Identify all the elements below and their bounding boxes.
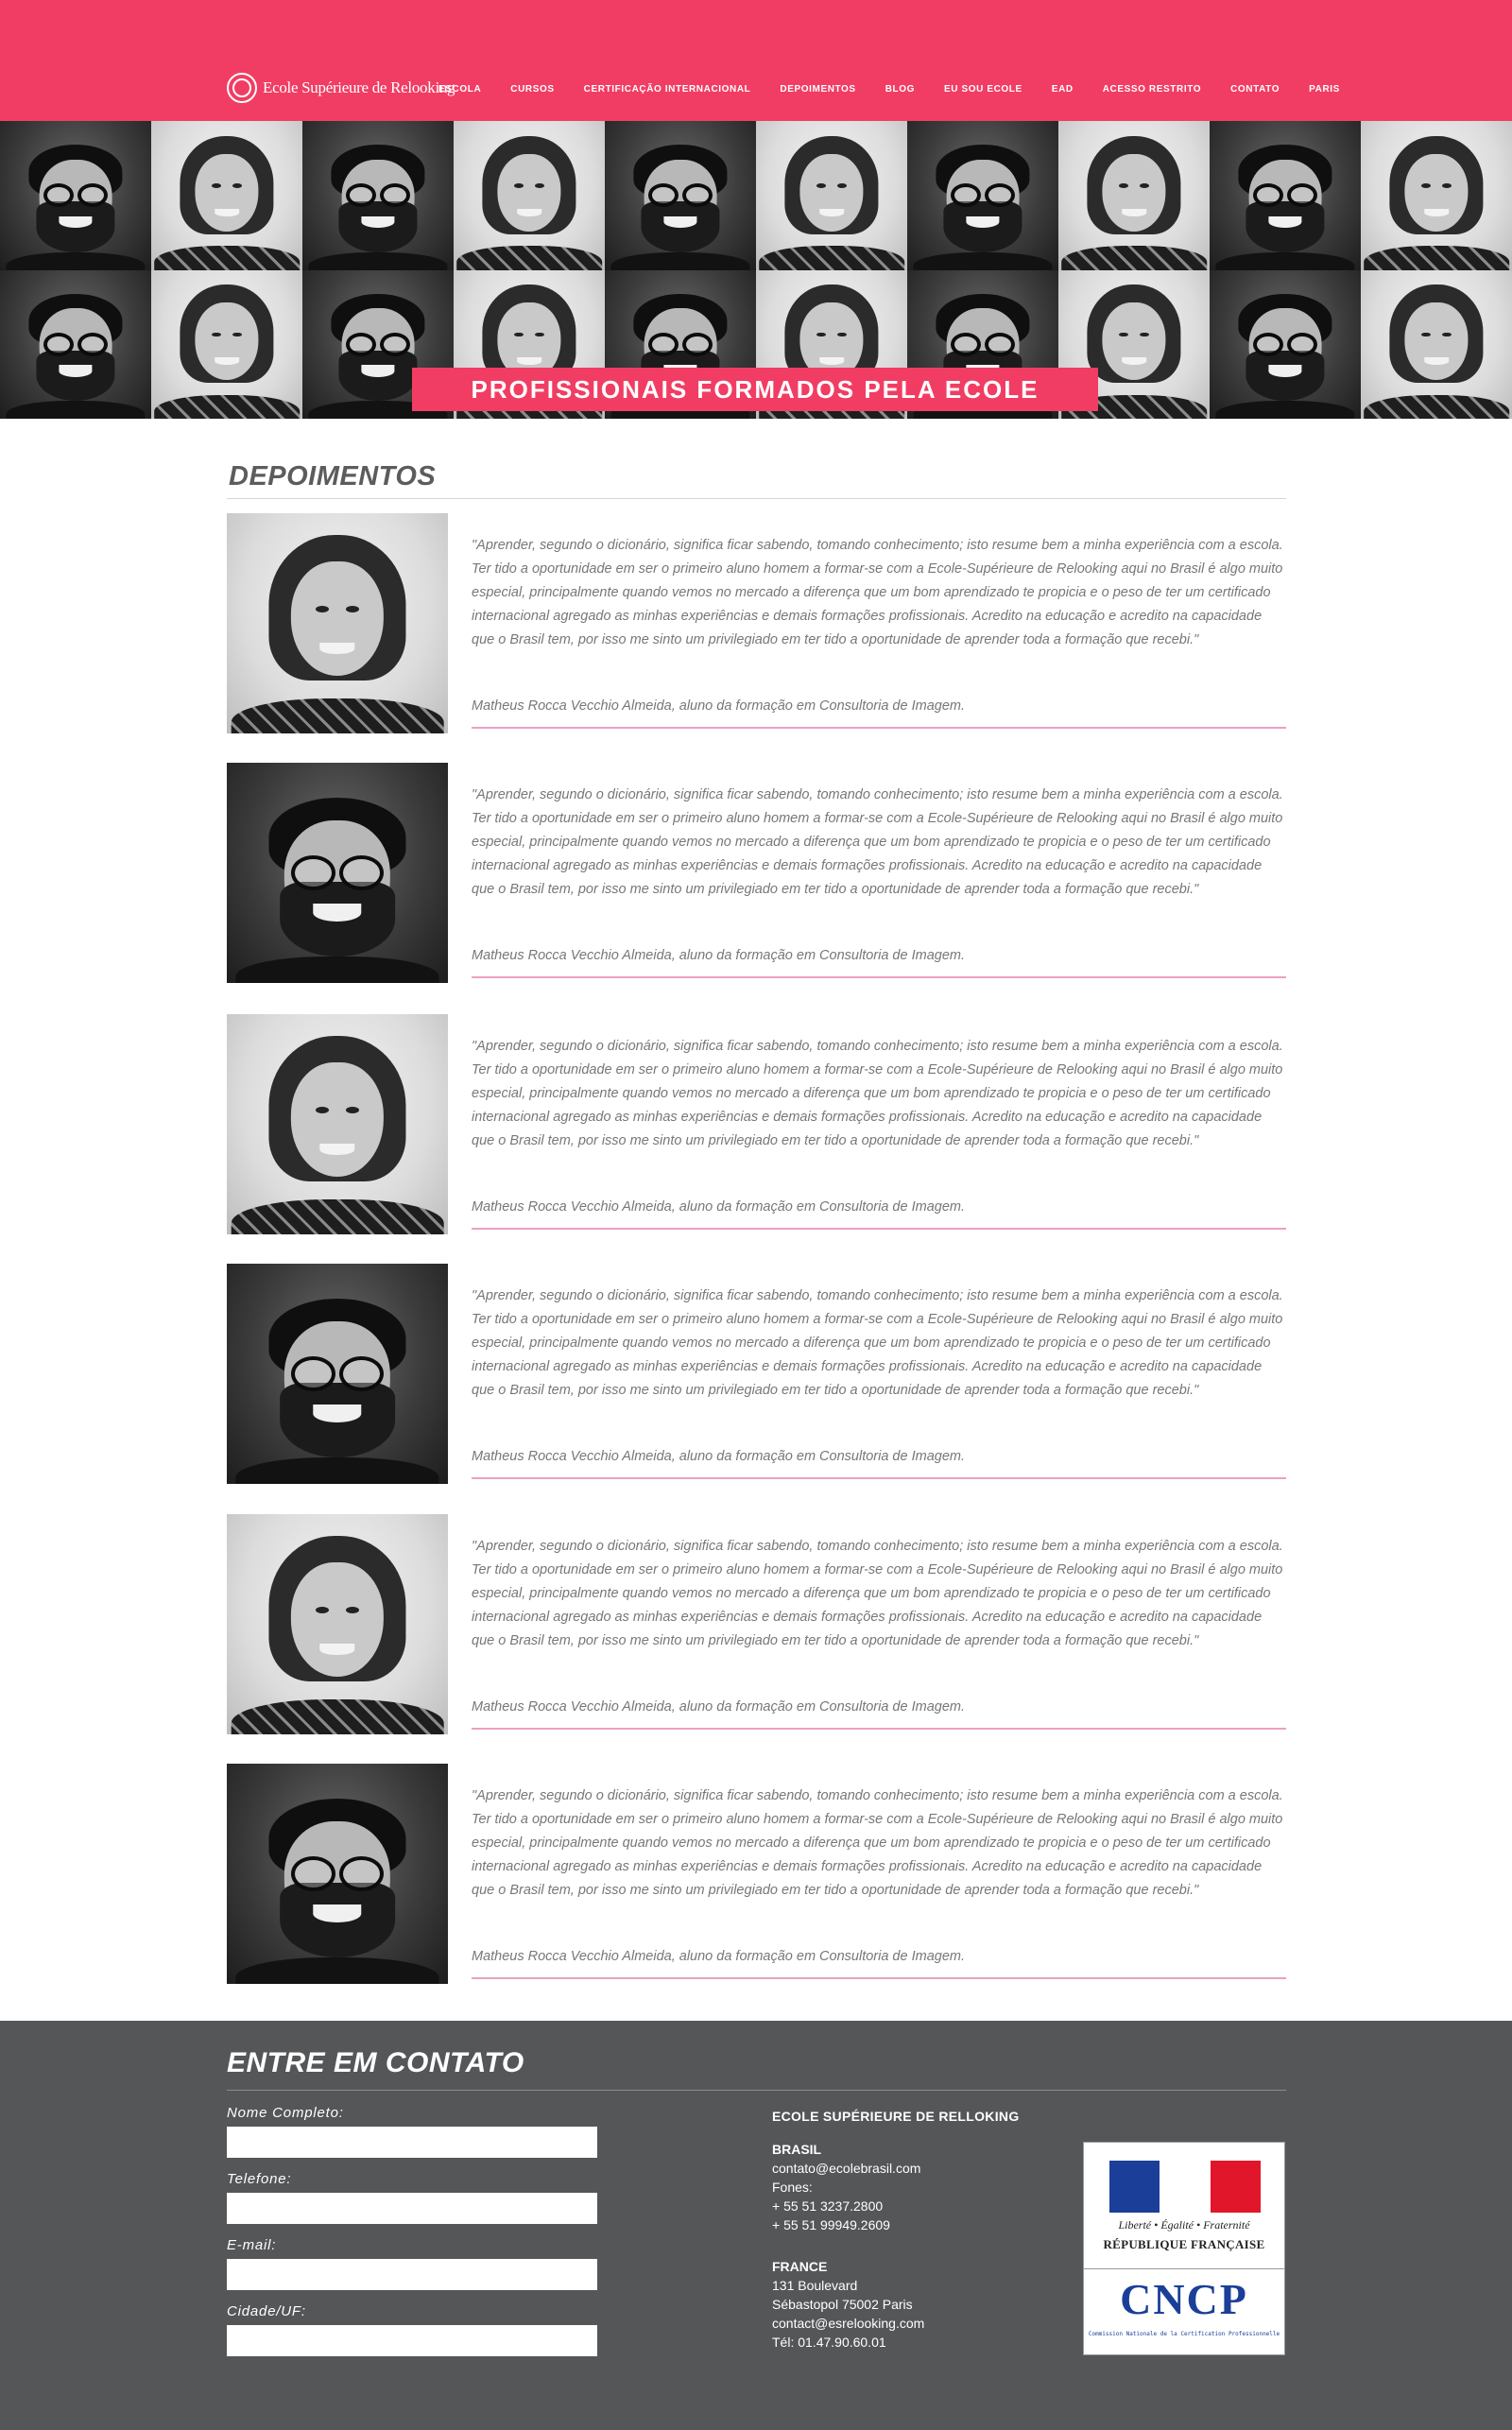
france-line-2: Sébastopol 75002 Paris bbox=[772, 2297, 913, 2312]
title-divider bbox=[227, 498, 1286, 499]
testimonial-item: "Aprender, segundo o dicionário, signifi… bbox=[227, 1014, 1286, 1236]
testimonial-author: Matheus Rocca Vecchio Almeida, aluno da … bbox=[472, 1199, 965, 1215]
hero-portrait-man bbox=[302, 121, 454, 270]
testimonial-divider bbox=[472, 1977, 1286, 1979]
hero-portrait-woman bbox=[1361, 269, 1512, 419]
cncp-subtitle: Commission Nationale de la Certification… bbox=[1088, 2331, 1280, 2337]
france-heading: FRANCE bbox=[772, 2259, 828, 2274]
testimonial-quote: "Aprender, segundo o dicionário, signifi… bbox=[472, 1788, 1283, 1898]
nav-blog[interactable]: BLOG bbox=[885, 84, 915, 95]
france-email[interactable]: contact@esrelooking.com bbox=[772, 2314, 924, 2333]
hero-portrait-woman bbox=[151, 121, 302, 270]
footer-divider bbox=[227, 2090, 1286, 2091]
testimonial-divider bbox=[472, 1728, 1286, 1730]
hero-title: PROFISSIONAIS FORMADOS PELA ECOLE bbox=[412, 368, 1098, 411]
france-address: FRANCE 131 Boulevard Sébastopol 75002 Pa… bbox=[772, 2257, 924, 2352]
testimonial-quote: "Aprender, segundo o dicionário, signifi… bbox=[472, 787, 1283, 897]
hero-portrait-woman bbox=[151, 269, 302, 419]
testimonial-quote: "Aprender, segundo o dicionário, signifi… bbox=[472, 1288, 1283, 1398]
testimonial-divider bbox=[472, 1228, 1286, 1230]
brasil-email[interactable]: contato@ecolebrasil.com bbox=[772, 2159, 920, 2178]
footer-title: ENTRE EM CONTATO bbox=[227, 2047, 524, 2078]
brasil-phone-2: + 55 51 99949.2609 bbox=[772, 2217, 890, 2232]
hero-portrait-man bbox=[0, 269, 151, 419]
site-header: Ecole Supérieure de Relooking ESCOLA CUR… bbox=[0, 0, 1512, 121]
testimonial-item: "Aprender, segundo o dicionário, signifi… bbox=[227, 1264, 1286, 1486]
hero-portrait-man bbox=[605, 121, 756, 270]
testimonial-divider bbox=[472, 1477, 1286, 1479]
testimonial-item: "Aprender, segundo o dicionário, signifi… bbox=[227, 513, 1286, 735]
brasil-phone-1: + 55 51 3237.2800 bbox=[772, 2198, 884, 2214]
nav-eu-sou-ecole[interactable]: EU SOU ECOLE bbox=[944, 84, 1022, 95]
testimonial-quote: "Aprender, segundo o dicionário, signifi… bbox=[472, 1039, 1283, 1148]
testimonial-photo bbox=[227, 1514, 448, 1734]
french-flag-icon bbox=[1109, 2161, 1261, 2213]
main-nav: ESCOLA CURSOS CERTIFICAÇÃO INTERNACIONAL… bbox=[438, 84, 1369, 95]
nav-cursos[interactable]: CURSOS bbox=[510, 84, 554, 95]
hero-portrait-woman bbox=[1058, 121, 1210, 270]
testimonial-photo bbox=[227, 763, 448, 983]
nav-paris[interactable]: PARIS bbox=[1309, 84, 1340, 95]
brasil-phones-label: Fones: bbox=[772, 2180, 813, 2195]
testimonial-divider bbox=[472, 727, 1286, 729]
contact-footer: ENTRE EM CONTATO Nome Completo: Telefone… bbox=[0, 2021, 1512, 2430]
certification-logos: Liberté • Égalité • Fraternité RÉPUBLIQU… bbox=[1083, 2142, 1285, 2355]
nav-escola[interactable]: ESCOLA bbox=[438, 84, 481, 95]
page: Ecole Supérieure de Relooking ESCOLA CUR… bbox=[0, 0, 1512, 2430]
testimonial-quote: "Aprender, segundo o dicionário, signifi… bbox=[472, 538, 1283, 647]
testimonial-item: "Aprender, segundo o dicionário, signifi… bbox=[227, 763, 1286, 985]
email-label: E-mail: bbox=[227, 2237, 277, 2253]
hero-portrait-man bbox=[1210, 269, 1361, 419]
testimonial-divider bbox=[472, 976, 1286, 978]
republique-francaise-logo: Liberté • Égalité • Fraternité RÉPUBLIQU… bbox=[1084, 2143, 1284, 2269]
email-field[interactable] bbox=[227, 2259, 597, 2290]
testimonial-author: Matheus Rocca Vecchio Almeida, aluno da … bbox=[472, 1449, 965, 1464]
hero-portrait-man bbox=[0, 121, 151, 270]
logo-text: Ecole Supérieure de Relooking bbox=[263, 78, 455, 96]
testimonial-author: Matheus Rocca Vecchio Almeida, aluno da … bbox=[472, 948, 965, 963]
city-label: Cidade/UF: bbox=[227, 2303, 306, 2319]
hero-portrait-woman bbox=[1361, 121, 1512, 270]
brasil-heading: BRASIL bbox=[772, 2142, 822, 2157]
france-phone: Tél: 01.47.90.60.01 bbox=[772, 2335, 886, 2350]
hero-portrait-woman bbox=[454, 121, 605, 270]
testimonial-item: "Aprender, segundo o dicionário, signifi… bbox=[227, 1514, 1286, 1736]
cncp-word: CNCP bbox=[1120, 2275, 1248, 2323]
hero-portrait-man bbox=[1210, 121, 1361, 270]
france-line-1: 131 Boulevard bbox=[772, 2278, 858, 2293]
hero-portrait-woman bbox=[756, 121, 907, 270]
name-field[interactable] bbox=[227, 2127, 597, 2158]
brasil-address: BRASIL contato@ecolebrasil.com Fones: + … bbox=[772, 2140, 920, 2234]
logo-emblem-icon bbox=[227, 73, 257, 103]
site-logo[interactable]: Ecole Supérieure de Relooking bbox=[227, 73, 455, 103]
nav-depoimentos[interactable]: DEPOIMENTOS bbox=[780, 84, 855, 95]
cncp-logo: CNCP Commission Nationale de la Certific… bbox=[1084, 2270, 1284, 2355]
nav-certificacao[interactable]: CERTIFICAÇÃO INTERNACIONAL bbox=[584, 84, 751, 95]
testimonial-quote: "Aprender, segundo o dicionário, signifi… bbox=[472, 1539, 1283, 1648]
testimonial-photo bbox=[227, 1264, 448, 1484]
testimonial-author: Matheus Rocca Vecchio Almeida, aluno da … bbox=[472, 1699, 965, 1715]
testimonial-photo bbox=[227, 513, 448, 733]
city-field[interactable] bbox=[227, 2325, 597, 2356]
hero-portrait-man bbox=[907, 121, 1058, 270]
phone-label: Telefone: bbox=[227, 2171, 292, 2187]
testimonial-item: "Aprender, segundo o dicionário, signifi… bbox=[227, 1764, 1286, 1986]
name-label: Nome Completo: bbox=[227, 2105, 344, 2121]
nav-acesso-restrito[interactable]: ACESSO RESTRITO bbox=[1103, 84, 1201, 95]
rf-motto: Liberté • Égalité • Fraternité bbox=[1118, 2218, 1250, 2232]
rf-name: RÉPUBLIQUE FRANÇAISE bbox=[1103, 2237, 1265, 2251]
hero-banner: PROFISSIONAIS FORMADOS PELA ECOLE bbox=[0, 121, 1512, 419]
section-title: DEPOIMENTOS bbox=[229, 461, 437, 491]
nav-contato[interactable]: CONTATO bbox=[1230, 84, 1280, 95]
testimonial-photo bbox=[227, 1014, 448, 1234]
school-name: ECOLE SUPÉRIEURE DE RELLOKING bbox=[772, 2109, 1020, 2124]
nav-ead[interactable]: EAD bbox=[1052, 84, 1074, 95]
testimonial-author: Matheus Rocca Vecchio Almeida, aluno da … bbox=[472, 698, 965, 714]
testimonial-photo bbox=[227, 1764, 448, 1984]
testimonial-author: Matheus Rocca Vecchio Almeida, aluno da … bbox=[472, 1949, 965, 1964]
phone-field[interactable] bbox=[227, 2193, 597, 2224]
